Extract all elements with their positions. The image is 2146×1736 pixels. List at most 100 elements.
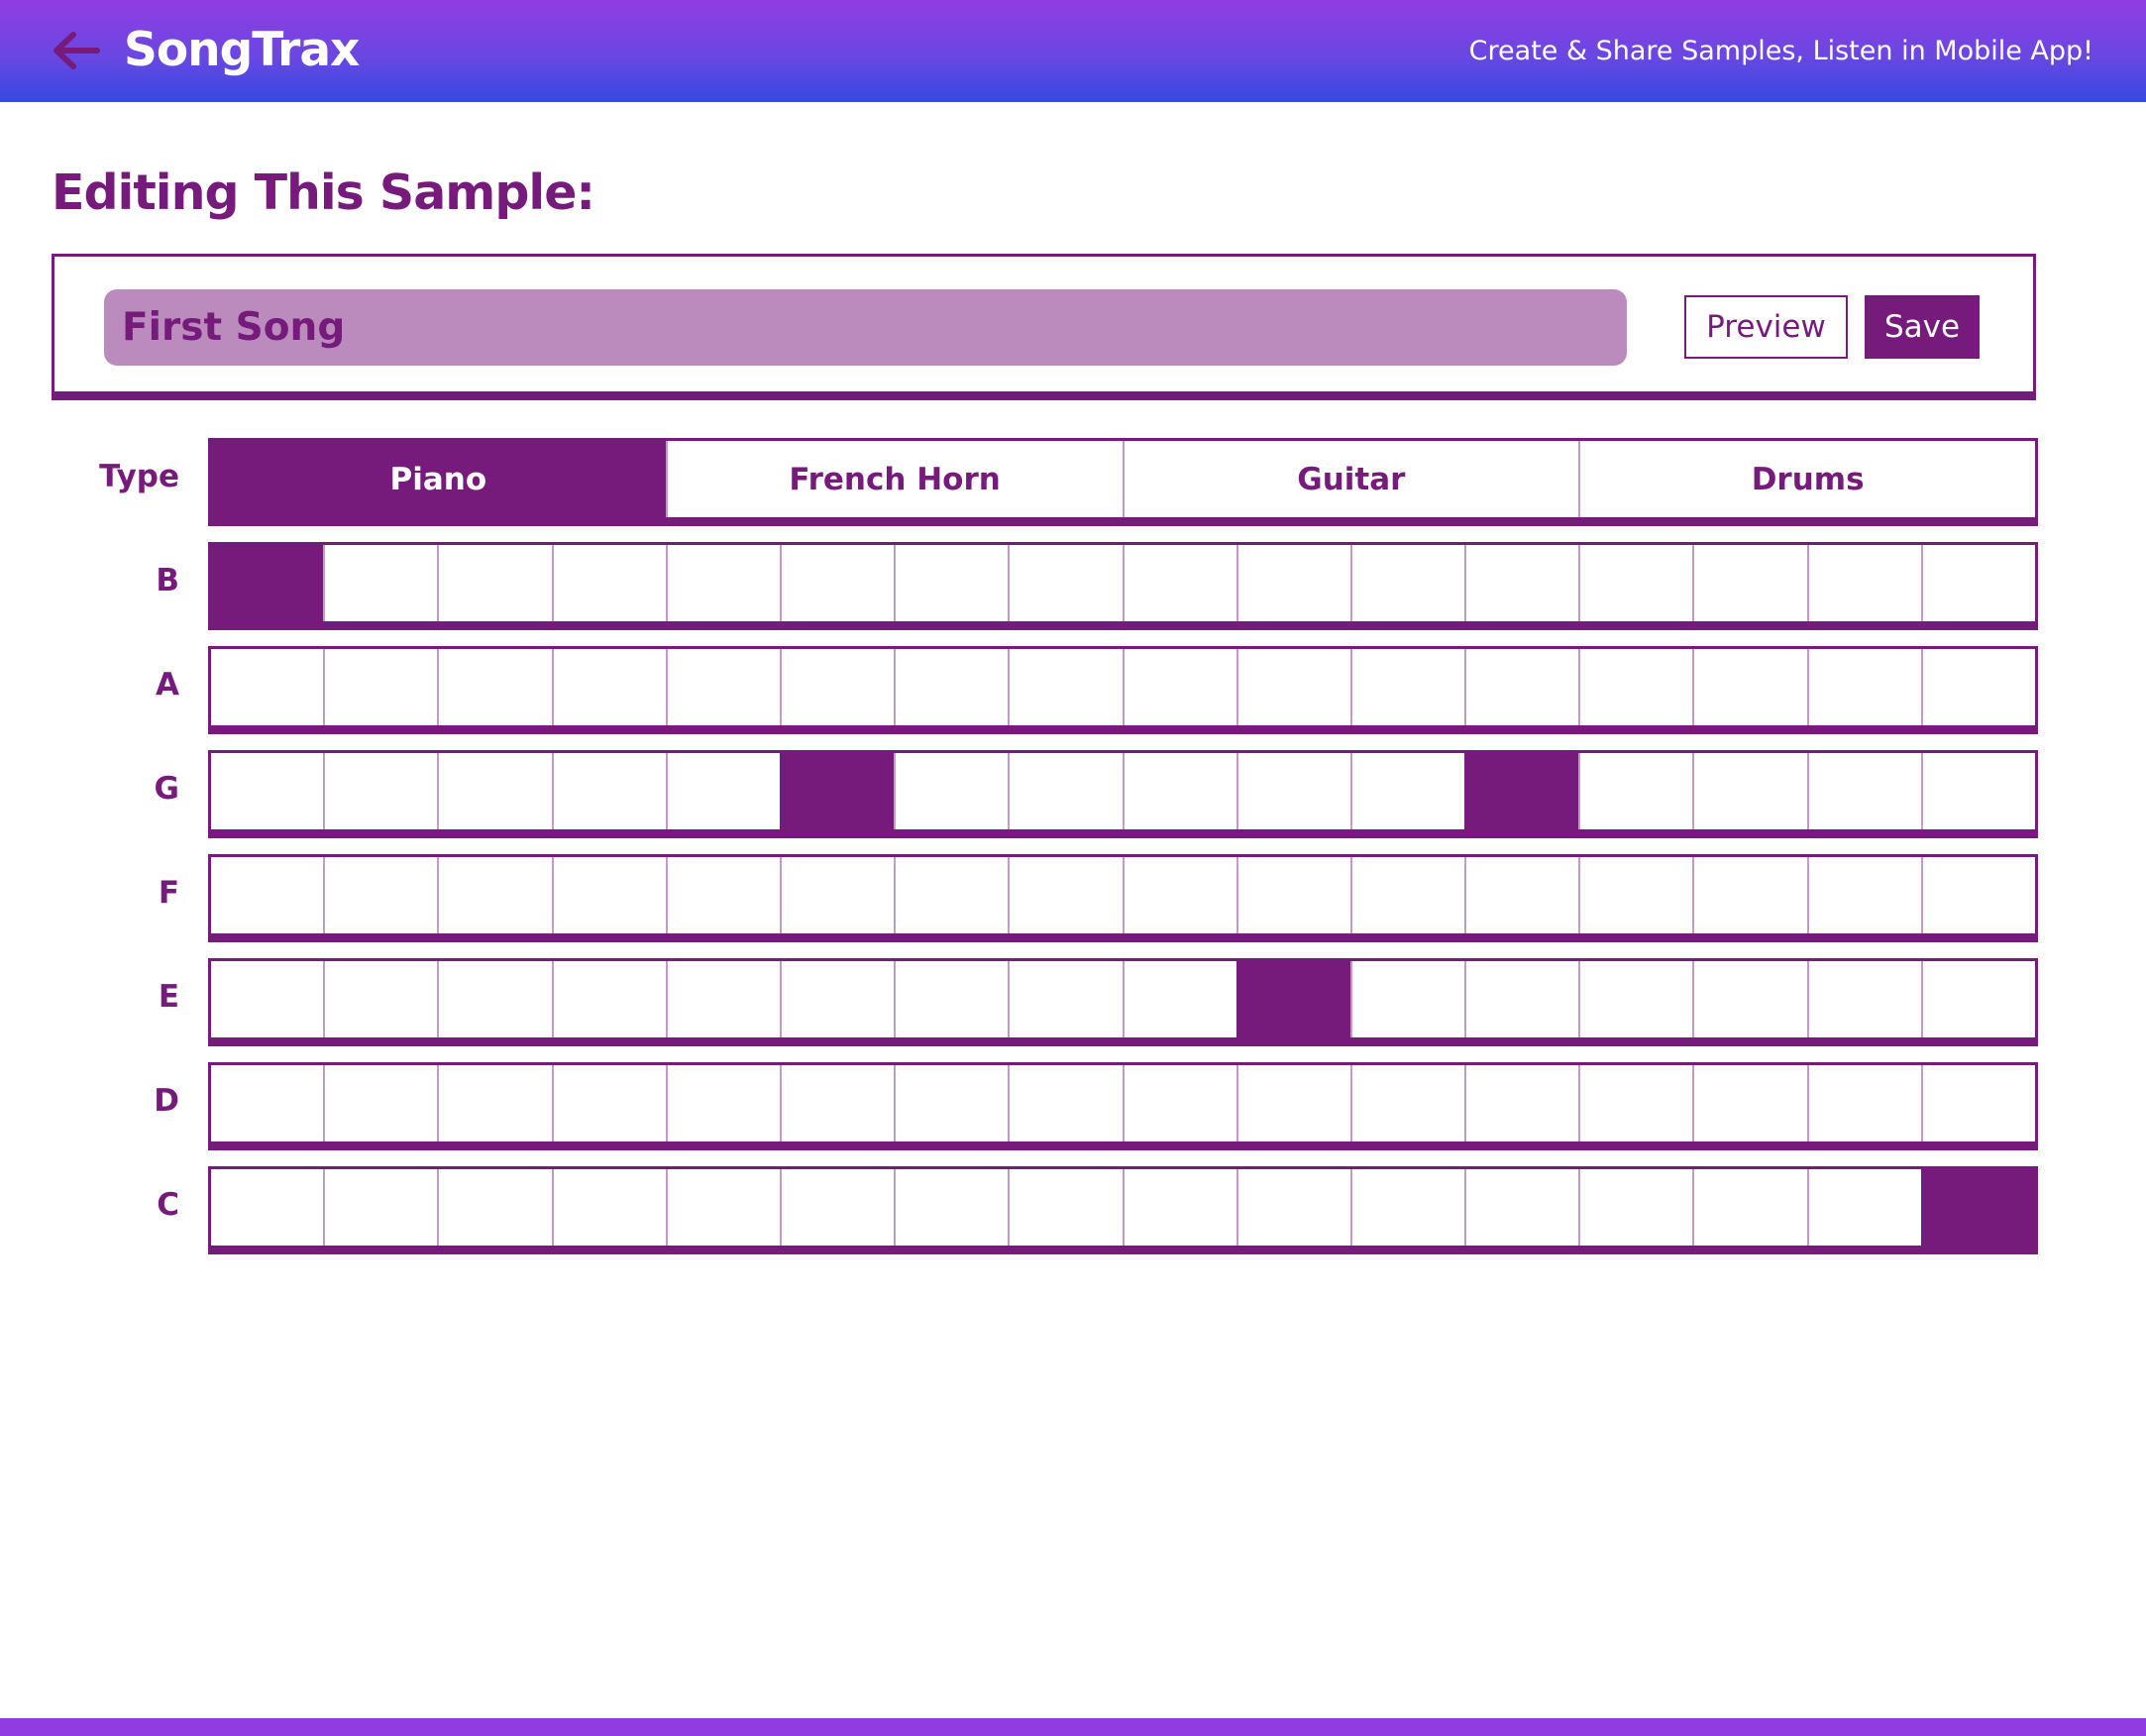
- note-cell-f-7[interactable]: [894, 857, 1009, 933]
- note-cell-b-15[interactable]: [1806, 545, 1921, 621]
- note-cell-f-6[interactable]: [779, 857, 895, 933]
- note-cell-e-14[interactable]: [1692, 961, 1807, 1037]
- note-cell-c-10[interactable]: [1235, 1169, 1350, 1246]
- note-cell-a-5[interactable]: [665, 649, 780, 725]
- note-cell-g-15[interactable]: [1806, 753, 1921, 829]
- note-cell-a-6[interactable]: [779, 649, 895, 725]
- note-cell-c-6[interactable]: [779, 1169, 895, 1246]
- note-cell-e-13[interactable]: [1578, 961, 1693, 1037]
- note-cell-g-2[interactable]: [323, 753, 438, 829]
- note-cell-b-6[interactable]: [779, 545, 895, 621]
- note-cell-f-10[interactable]: [1235, 857, 1350, 933]
- sample-name-input[interactable]: [104, 289, 1627, 366]
- note-cell-c-4[interactable]: [551, 1169, 666, 1246]
- note-cell-d-6[interactable]: [779, 1065, 895, 1141]
- note-cell-f-2[interactable]: [323, 857, 438, 933]
- save-button[interactable]: Save: [1865, 295, 1980, 359]
- note-cell-e-7[interactable]: [894, 961, 1009, 1037]
- note-cell-d-7[interactable]: [894, 1065, 1009, 1141]
- note-cell-e-6[interactable]: [779, 961, 895, 1037]
- note-cell-a-15[interactable]: [1806, 649, 1921, 725]
- note-cell-g-5[interactable]: [665, 753, 780, 829]
- note-cell-e-8[interactable]: [1008, 961, 1123, 1037]
- note-cell-g-12[interactable]: [1464, 753, 1579, 829]
- note-cell-e-5[interactable]: [665, 961, 780, 1037]
- note-cell-a-8[interactable]: [1008, 649, 1123, 725]
- note-cell-d-4[interactable]: [551, 1065, 666, 1141]
- note-cell-f-11[interactable]: [1349, 857, 1465, 933]
- note-cell-g-3[interactable]: [437, 753, 552, 829]
- note-cell-b-11[interactable]: [1349, 545, 1465, 621]
- note-cell-f-16[interactable]: [1920, 857, 2035, 933]
- note-cell-e-16[interactable]: [1920, 961, 2035, 1037]
- note-cell-d-1[interactable]: [211, 1065, 324, 1141]
- note-cell-g-11[interactable]: [1349, 753, 1465, 829]
- note-cell-a-4[interactable]: [551, 649, 666, 725]
- note-cell-e-2[interactable]: [323, 961, 438, 1037]
- note-cell-a-3[interactable]: [437, 649, 552, 725]
- note-cell-f-15[interactable]: [1806, 857, 1921, 933]
- note-cell-a-7[interactable]: [894, 649, 1009, 725]
- note-cell-b-7[interactable]: [894, 545, 1009, 621]
- note-cell-d-12[interactable]: [1464, 1065, 1579, 1141]
- note-cell-a-11[interactable]: [1349, 649, 1465, 725]
- note-cell-a-12[interactable]: [1464, 649, 1579, 725]
- note-cell-e-9[interactable]: [1122, 961, 1236, 1037]
- note-cell-b-5[interactable]: [665, 545, 780, 621]
- note-cell-b-14[interactable]: [1692, 545, 1807, 621]
- note-cell-g-6[interactable]: [779, 753, 895, 829]
- note-cell-c-16[interactable]: [1920, 1169, 2035, 1246]
- note-cell-d-13[interactable]: [1578, 1065, 1693, 1141]
- note-cell-b-3[interactable]: [437, 545, 552, 621]
- note-cell-d-15[interactable]: [1806, 1065, 1921, 1141]
- note-cell-c-12[interactable]: [1464, 1169, 1579, 1246]
- note-cell-d-5[interactable]: [665, 1065, 780, 1141]
- note-cell-c-11[interactable]: [1349, 1169, 1465, 1246]
- note-cell-f-8[interactable]: [1008, 857, 1123, 933]
- note-cell-a-9[interactable]: [1122, 649, 1236, 725]
- note-cell-d-10[interactable]: [1235, 1065, 1350, 1141]
- note-cell-d-14[interactable]: [1692, 1065, 1807, 1141]
- note-cell-b-12[interactable]: [1464, 545, 1579, 621]
- type-option-drums[interactable]: Drums: [1578, 441, 2035, 517]
- note-cell-e-1[interactable]: [211, 961, 324, 1037]
- note-cell-c-13[interactable]: [1578, 1169, 1693, 1246]
- type-option-french-horn[interactable]: French Horn: [665, 441, 1123, 517]
- note-cell-g-7[interactable]: [894, 753, 1009, 829]
- note-cell-a-16[interactable]: [1920, 649, 2035, 725]
- note-cell-a-2[interactable]: [323, 649, 438, 725]
- note-cell-b-4[interactable]: [551, 545, 666, 621]
- note-cell-e-10[interactable]: [1235, 961, 1350, 1037]
- note-cell-d-9[interactable]: [1122, 1065, 1236, 1141]
- note-cell-b-2[interactable]: [323, 545, 438, 621]
- note-cell-f-3[interactable]: [437, 857, 552, 933]
- note-cell-c-7[interactable]: [894, 1169, 1009, 1246]
- note-cell-e-11[interactable]: [1349, 961, 1465, 1037]
- note-cell-e-3[interactable]: [437, 961, 552, 1037]
- note-cell-b-13[interactable]: [1578, 545, 1693, 621]
- note-cell-d-16[interactable]: [1920, 1065, 2035, 1141]
- note-cell-g-10[interactable]: [1235, 753, 1350, 829]
- note-cell-c-8[interactable]: [1008, 1169, 1123, 1246]
- note-cell-d-11[interactable]: [1349, 1065, 1465, 1141]
- note-cell-f-4[interactable]: [551, 857, 666, 933]
- note-cell-b-8[interactable]: [1008, 545, 1123, 621]
- note-cell-g-14[interactable]: [1692, 753, 1807, 829]
- note-cell-g-16[interactable]: [1920, 753, 2035, 829]
- note-cell-f-1[interactable]: [211, 857, 324, 933]
- note-cell-e-15[interactable]: [1806, 961, 1921, 1037]
- note-cell-c-2[interactable]: [323, 1169, 438, 1246]
- type-option-guitar[interactable]: Guitar: [1122, 441, 1579, 517]
- note-cell-f-12[interactable]: [1464, 857, 1579, 933]
- note-cell-d-3[interactable]: [437, 1065, 552, 1141]
- note-cell-c-1[interactable]: [211, 1169, 324, 1246]
- note-cell-b-16[interactable]: [1920, 545, 2035, 621]
- note-cell-a-14[interactable]: [1692, 649, 1807, 725]
- arrow-left-icon[interactable]: [50, 28, 101, 73]
- note-cell-g-8[interactable]: [1008, 753, 1123, 829]
- note-cell-f-13[interactable]: [1578, 857, 1693, 933]
- note-cell-f-14[interactable]: [1692, 857, 1807, 933]
- note-cell-f-9[interactable]: [1122, 857, 1236, 933]
- note-cell-b-1[interactable]: [211, 545, 324, 621]
- note-cell-a-10[interactable]: [1235, 649, 1350, 725]
